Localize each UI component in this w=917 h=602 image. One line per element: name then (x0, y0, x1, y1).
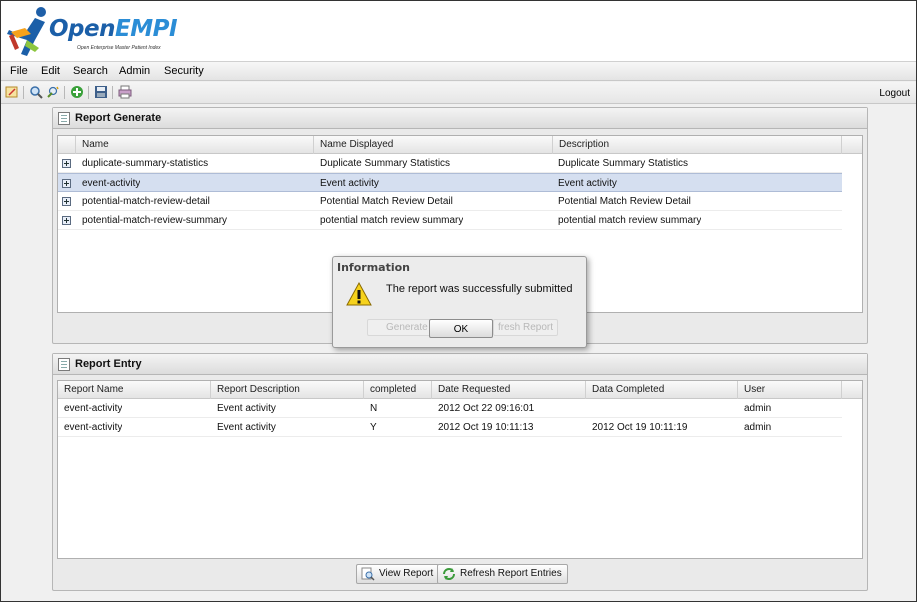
menu-security[interactable]: Security (164, 65, 204, 77)
menu-file[interactable]: File (10, 65, 28, 77)
save-icon[interactable] (94, 85, 108, 99)
cell-description: Potential Match Review Detail (558, 196, 691, 207)
dialog-message: The report was successfully submitted (386, 283, 573, 295)
table-row[interactable]: potential-match-review-summary potential… (58, 211, 842, 230)
menu-edit[interactable]: Edit (41, 65, 60, 77)
table-row[interactable]: duplicate-summary-statistics Duplicate S… (58, 154, 842, 173)
cell-report-description: Event activity (217, 403, 276, 414)
cell-completed: N (370, 403, 378, 414)
add-icon[interactable] (70, 85, 84, 99)
report-entry-panel: Report Entry Report Name Report Descript… (52, 353, 868, 591)
expander-column-header (58, 136, 76, 154)
cell-description: Duplicate Summary Statistics (558, 158, 689, 169)
cell-name: potential-match-review-detail (82, 196, 210, 207)
cell-date-requested: 2012 Oct 22 09:16:01 (438, 403, 535, 414)
expand-row-icon[interactable] (62, 179, 71, 188)
warning-icon (346, 281, 372, 306)
table-row[interactable]: potential-match-review-detail Potential … (58, 192, 842, 211)
edit-record-icon[interactable] (5, 85, 19, 99)
toolbar-separator (88, 86, 89, 99)
refresh-report-button-behind: fresh Report (493, 319, 559, 336)
report-generate-header: Report Generate (53, 108, 867, 129)
expand-row-icon[interactable] (62, 216, 71, 225)
report-entry-header: Report Entry (53, 354, 867, 375)
cell-name-displayed: Duplicate Summary Statistics (320, 158, 451, 169)
toolbar-separator (112, 86, 113, 99)
cell-name-displayed: Event activity (320, 178, 379, 189)
table-row[interactable]: event-activity Event activity Y 2012 Oct… (58, 418, 842, 437)
logout-link[interactable]: Logout (879, 88, 910, 99)
cell-report-name: event-activity (64, 403, 123, 414)
logo-tagline: Open Enterprise Master Patient Index (77, 45, 161, 51)
column-header-name[interactable]: Name (76, 136, 314, 154)
menu-search[interactable]: Search (73, 65, 108, 77)
advanced-search-icon[interactable] (46, 85, 60, 99)
column-header-data-completed[interactable]: Data Completed (586, 381, 738, 399)
column-header-report-description[interactable]: Report Description (211, 381, 364, 399)
refresh-report-entries-label: Refresh Report Entries (460, 568, 562, 579)
information-dialog: Information The report was successfully … (332, 256, 587, 348)
cell-name: duplicate-summary-statistics (82, 158, 209, 169)
report-entry-grid-header: Report Name Report Description completed… (58, 381, 862, 399)
column-header-name-displayed[interactable]: Name Displayed (314, 136, 553, 154)
refresh-icon (443, 568, 455, 580)
cell-user: admin (744, 403, 772, 414)
view-report-icon (361, 567, 375, 581)
cell-report-name: event-activity (64, 422, 123, 433)
report-entry-title: Report Entry (75, 358, 142, 370)
cell-date-requested: 2012 Oct 19 10:11:13 (438, 422, 534, 433)
column-header-description[interactable]: Description (553, 136, 842, 154)
cell-name: event-activity (82, 178, 141, 189)
logo-wordmark: OpenEMPI (49, 16, 178, 42)
column-header-completed[interactable]: completed (364, 381, 432, 399)
cell-completed: Y (370, 422, 377, 433)
app-window: OpenEMPI Open Enterprise Master Patient … (0, 0, 917, 602)
view-report-button[interactable]: View Report (356, 564, 440, 584)
app-header: OpenEMPI Open Enterprise Master Patient … (1, 1, 916, 62)
view-report-label: View Report (379, 568, 434, 579)
column-header-date-requested[interactable]: Date Requested (432, 381, 586, 399)
openempi-logo: OpenEMPI Open Enterprise Master Patient … (5, 4, 178, 58)
cell-name: potential-match-review-summary (82, 215, 228, 226)
ok-button[interactable]: OK (429, 319, 493, 338)
dialog-title: Information (337, 261, 410, 274)
cell-description: potential match review summary (558, 215, 702, 226)
toolbar-separator (23, 86, 24, 99)
menu-admin[interactable]: Admin (119, 65, 150, 77)
refresh-report-entries-button[interactable]: Refresh Report Entries (437, 564, 568, 584)
report-list-icon (58, 358, 70, 371)
table-row[interactable]: event-activity Event activity N 2012 Oct… (58, 399, 842, 418)
toolbar-separator (64, 86, 65, 99)
cell-data-completed: 2012 Oct 19 10:11:19 (592, 422, 688, 433)
search-icon[interactable] (29, 85, 43, 99)
report-generate-title: Report Generate (75, 112, 162, 124)
report-generate-grid-header: Name Name Displayed Description (58, 136, 862, 154)
cell-name-displayed: potential match review summary (320, 215, 464, 226)
table-row-selected[interactable]: event-activity Event activity Event acti… (58, 173, 842, 192)
report-icon (58, 112, 70, 125)
menu-bar: File Edit Search Admin Security (1, 62, 916, 81)
cell-name-displayed: Potential Match Review Detail (320, 196, 453, 207)
cell-description: Event activity (558, 178, 617, 189)
report-entry-grid: Report Name Report Description completed… (57, 380, 863, 559)
print-icon[interactable] (118, 85, 132, 99)
column-header-report-name[interactable]: Report Name (58, 381, 211, 399)
cell-user: admin (744, 422, 772, 433)
toolbar: Logout (1, 82, 916, 104)
expand-row-icon[interactable] (62, 159, 71, 168)
column-header-user[interactable]: User (738, 381, 842, 399)
generate-button-behind: Generate (367, 319, 433, 336)
expand-row-icon[interactable] (62, 197, 71, 206)
logo-figure-icon (7, 7, 46, 56)
cell-report-description: Event activity (217, 422, 276, 433)
